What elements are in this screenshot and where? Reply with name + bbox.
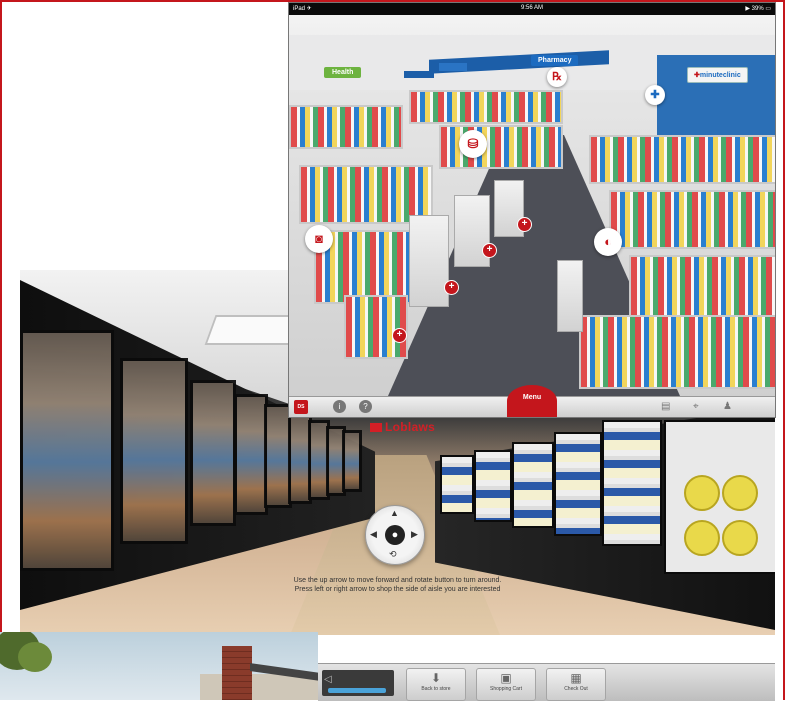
down-arrow-icon: ⬇: [430, 671, 442, 685]
shelf-unit: [439, 125, 563, 169]
add-item-icon[interactable]: +: [482, 243, 497, 258]
instruction-line: Use the up arrow to move forward and rot…: [293, 577, 502, 584]
check-out-button[interactable]: ▦ Check Out: [546, 668, 606, 701]
3d-store-view[interactable]: Health Pharmacy ✚minuteclinic ℞ ✚ ⛁ ◙ ◐ …: [289, 15, 775, 399]
checkout-icon: ▦: [570, 671, 582, 685]
shopping-cart-label: Shopping Cart: [490, 686, 522, 692]
up-arrow-icon[interactable]: ▲: [390, 508, 399, 518]
shelf-unit: [289, 105, 403, 149]
battery-label: ▶ 39% ▭: [745, 6, 771, 12]
freezer-shelf: [602, 420, 662, 546]
app-bottom-bar: DS i ? Menu ▤ ⌖ ♟: [289, 385, 775, 417]
shelf-unit: [629, 255, 775, 319]
navigation-joystick[interactable]: ▲ ◀ ▶ ⟲ ●: [365, 505, 425, 565]
list-icon[interactable]: ▤: [661, 401, 670, 412]
ios-status-bar: iPad ✈ 9:56 AM ▶ 39% ▭: [289, 3, 775, 15]
right-arrow-icon[interactable]: ▶: [411, 529, 418, 540]
rotate-icon[interactable]: ⟲: [389, 549, 397, 560]
freezer-door: [120, 358, 188, 544]
shelf-unit: [579, 315, 775, 389]
freezer-door: [190, 380, 236, 526]
aisle-sign: [404, 71, 434, 78]
zoom-slider[interactable]: ◁: [322, 670, 394, 696]
shopping-cart-button[interactable]: ▣ Shopping Cart: [476, 668, 536, 701]
back-to-store-button[interactable]: ⬇ Back to store: [406, 668, 466, 701]
clinic-cross-icon[interactable]: ✚: [645, 85, 665, 105]
minute-clinic-sign: ✚minuteclinic: [687, 67, 748, 83]
loblaws-logo: Loblaws: [370, 420, 435, 434]
slider-handle-icon[interactable]: ◁: [324, 674, 332, 685]
location-pin-icon[interactable]: ●: [385, 525, 405, 545]
shelf-unit: [409, 90, 563, 124]
end-cap-display: [557, 260, 583, 332]
brick-chimney: [222, 646, 252, 700]
shelf-unit: [609, 190, 775, 249]
freezer-shelf: [474, 450, 512, 522]
product-lid: [684, 475, 720, 511]
pharmacy-sign: Pharmacy: [531, 55, 579, 66]
left-arrow-icon[interactable]: ◀: [370, 529, 377, 540]
pharmacy-rx-icon[interactable]: ℞: [547, 67, 567, 87]
camera-icon[interactable]: ◙: [305, 225, 333, 253]
freezer-shelf: [512, 442, 554, 528]
freezer-shelf: [440, 455, 474, 514]
cart-icon: ▣: [500, 671, 512, 685]
navigation-instructions: Use the up arrow to move forward and rot…: [20, 576, 775, 594]
add-item-icon[interactable]: +: [392, 328, 407, 343]
menu-button[interactable]: Menu: [507, 385, 557, 417]
profile-icon[interactable]: ♟: [723, 401, 732, 412]
add-item-icon[interactable]: +: [517, 217, 532, 232]
loblaws-label: Loblaws: [385, 420, 436, 434]
add-item-icon[interactable]: +: [444, 280, 459, 295]
freezer-door: [20, 330, 114, 571]
ipad-store-app-screenshot: iPad ✈ 9:56 AM ▶ 39% ▭ Health Pharmacy ✚…: [288, 2, 776, 418]
tree: [18, 642, 52, 672]
product-lid: [722, 475, 758, 511]
product-lid: [722, 520, 758, 556]
app-logo[interactable]: DS: [294, 400, 308, 414]
check-out-label: Check Out: [564, 686, 588, 692]
freezer-shelf: [554, 432, 602, 536]
shelf-unit: [589, 135, 775, 184]
basket-icon[interactable]: ⛁: [459, 130, 487, 158]
health-sign: Health: [324, 67, 362, 78]
aisle-sign: [439, 63, 467, 71]
help-icon[interactable]: ?: [359, 400, 372, 413]
end-cap-display: [409, 215, 449, 307]
aisle-toolbar: ◁ ⬇ Back to store ▣ Shopping Cart ▦ Chec…: [318, 663, 775, 701]
time-label: 9:56 AM: [520, 5, 543, 11]
slider-fill: [328, 688, 386, 693]
location-icon[interactable]: ⌖: [693, 401, 699, 412]
info-icon[interactable]: i: [333, 400, 346, 413]
freezer-door: [234, 394, 268, 515]
shelf-unit: [344, 295, 408, 359]
freezer-door: [342, 430, 362, 492]
back-to-store-label: Back to store: [421, 686, 451, 692]
instruction-line: Press left or right arrow to shop the si…: [294, 586, 501, 593]
loblaws-mark-icon: [370, 423, 382, 432]
cosmetics-icon[interactable]: ◐: [594, 228, 622, 256]
product-lid: [684, 520, 720, 556]
minute-clinic-label: minuteclinic: [699, 72, 741, 79]
building-photo: [0, 632, 318, 700]
